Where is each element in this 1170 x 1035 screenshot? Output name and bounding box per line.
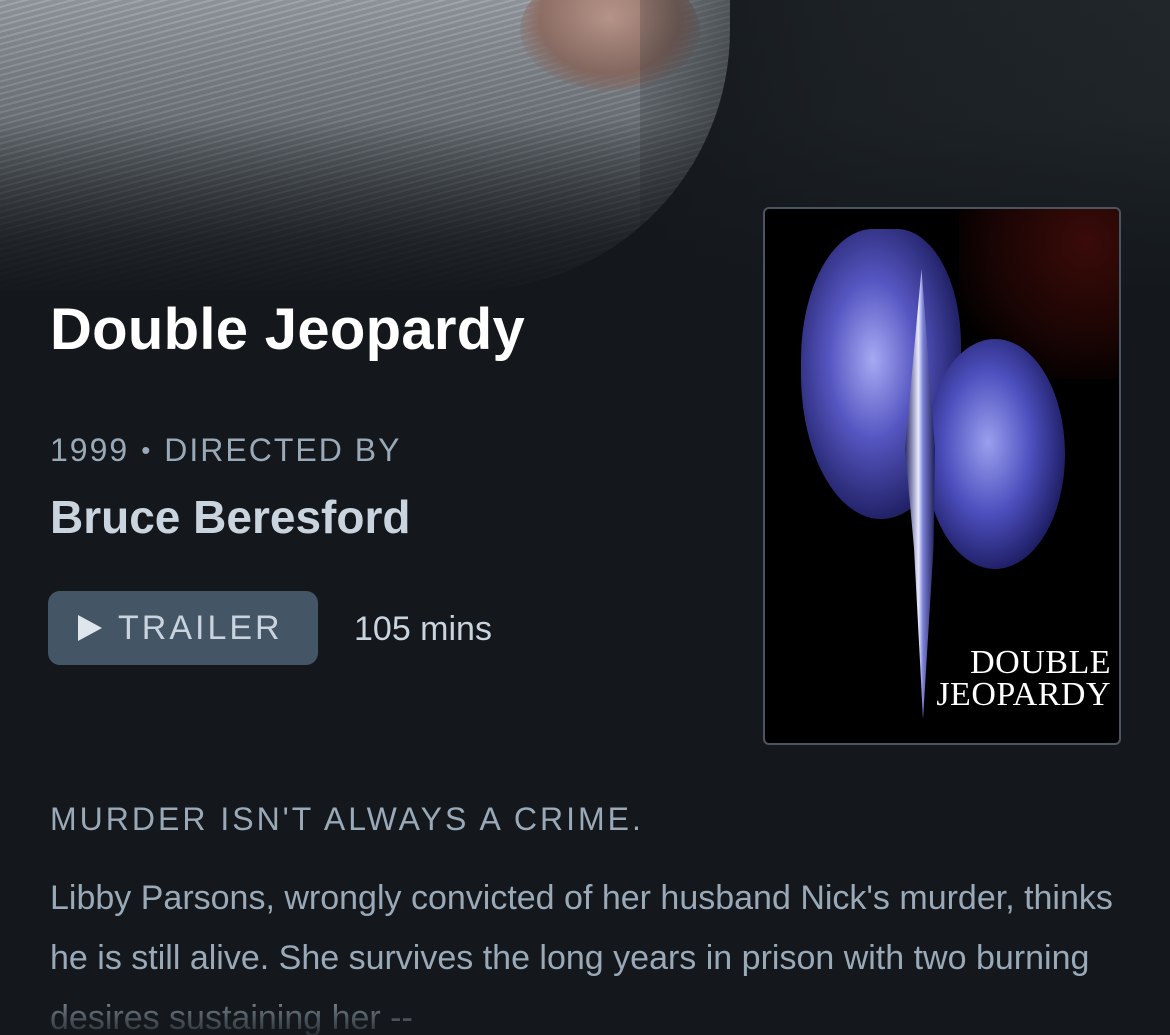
- film-title: Double Jeopardy: [50, 297, 526, 362]
- play-icon: [78, 615, 102, 641]
- director-link[interactable]: Bruce Beresford: [50, 490, 410, 544]
- poster-title-line1: DOUBLE: [970, 644, 1111, 681]
- release-year[interactable]: 1999: [50, 432, 129, 469]
- film-meta: 1999 • DIRECTED BY: [50, 432, 401, 469]
- poster-title: DOUBLE JEOPARDY: [936, 644, 1111, 713]
- film-poster[interactable]: DOUBLE JEOPARDY: [763, 207, 1121, 745]
- synopsis-fade: [0, 985, 1170, 1035]
- trailer-label: TRAILER: [118, 608, 283, 647]
- film-detail-page: Double Jeopardy 1999 • DIRECTED BY Bruce…: [0, 0, 1170, 1035]
- runtime: 105 mins: [354, 610, 492, 648]
- tagline: MURDER ISN'T ALWAYS A CRIME.: [50, 801, 644, 837]
- trailer-button[interactable]: TRAILER: [48, 591, 318, 665]
- poster-face-woman: [925, 339, 1065, 569]
- poster-title-line2: JEOPARDY: [936, 676, 1111, 713]
- directed-by-label: DIRECTED BY: [164, 432, 402, 468]
- meta-separator: •: [141, 435, 153, 465]
